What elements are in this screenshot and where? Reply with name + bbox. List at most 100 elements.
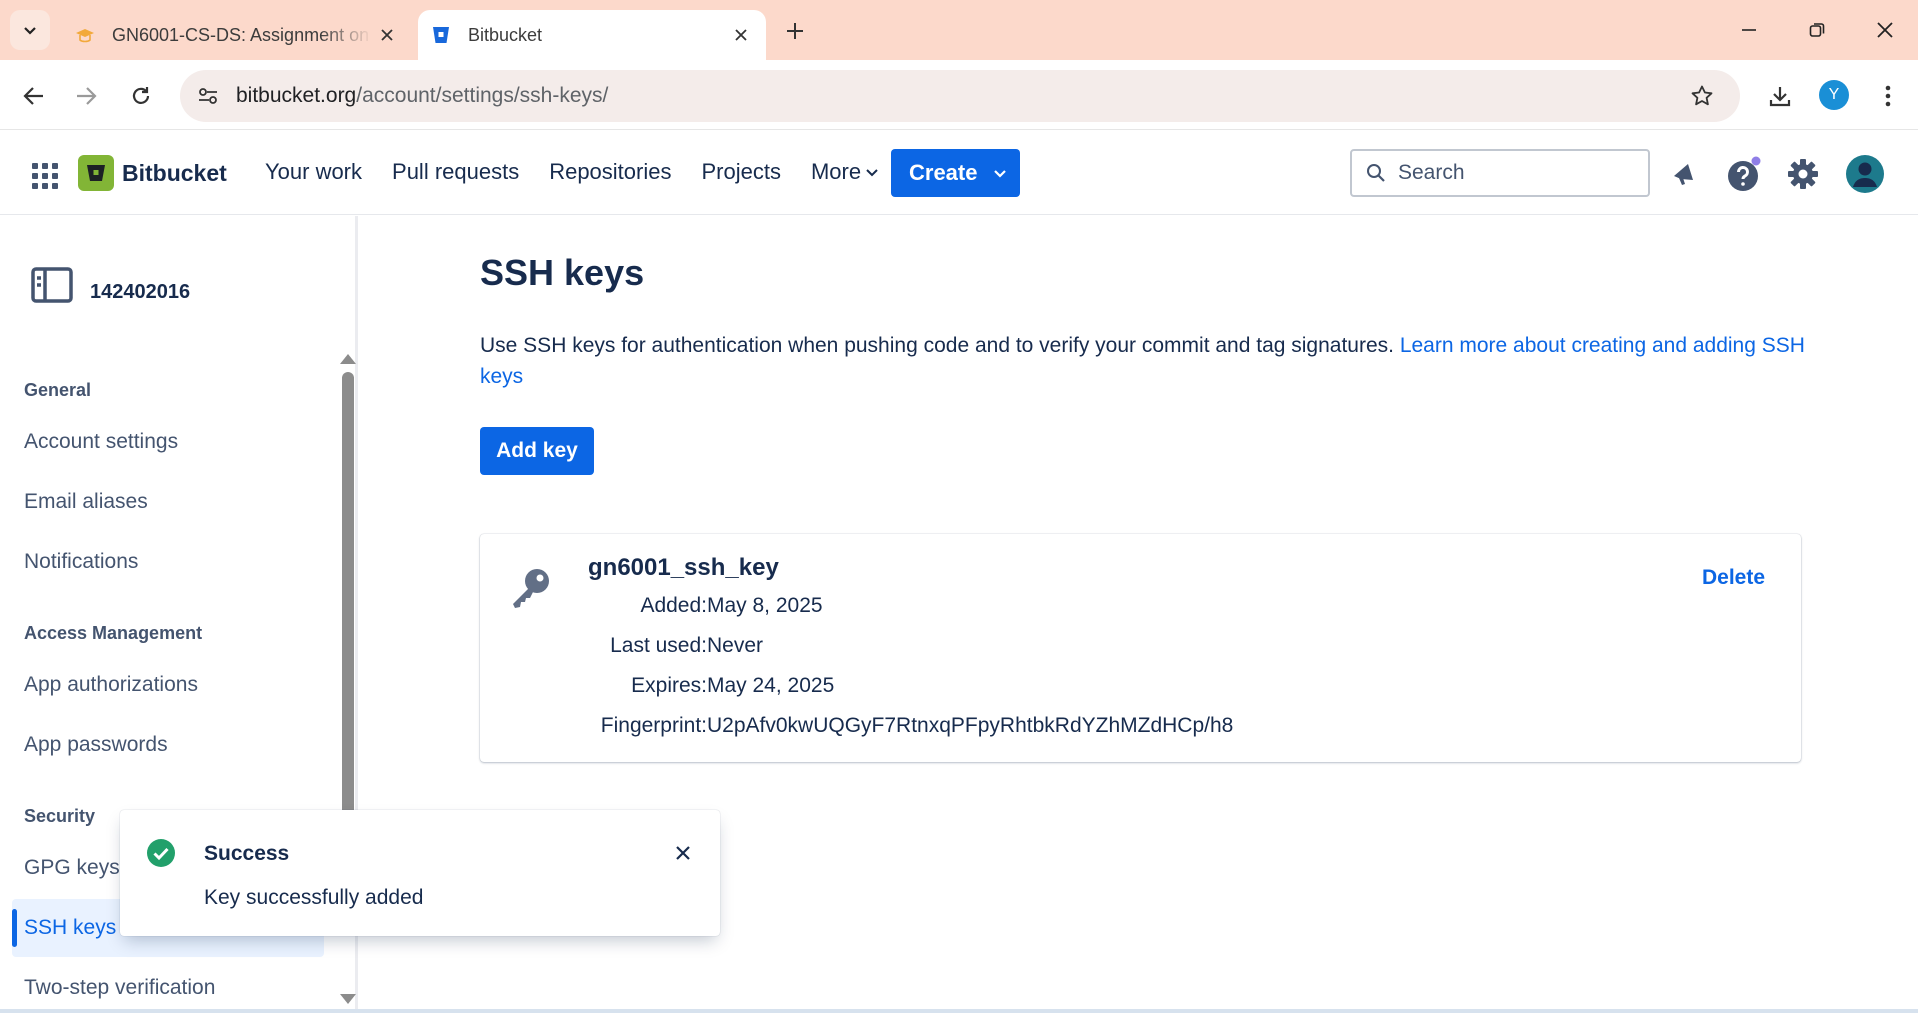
field-value: May 8, 2025: [707, 594, 823, 617]
megaphone-icon: [1674, 164, 1693, 185]
sidebar-item-app-authorizations[interactable]: App authorizations: [12, 656, 324, 714]
address-bar[interactable]: bitbucket.org/account/settings/ssh-keys/: [180, 70, 1740, 122]
minimize-window-button[interactable]: [1726, 10, 1772, 50]
scroll-up-arrow[interactable]: [340, 354, 356, 364]
search-icon: [1364, 161, 1388, 185]
bitbucket-logo-icon: [78, 155, 114, 191]
browser-tab-assignment[interactable]: GN6001-CS-DS: Assignment on: [62, 10, 412, 60]
create-button[interactable]: Create: [891, 149, 1020, 197]
chevron-down-icon: [994, 170, 1007, 178]
tab-title: Bitbucket: [468, 24, 543, 45]
section-label-access-management: Access Management: [24, 623, 203, 643]
create-label: Create: [909, 160, 978, 185]
brand-name: Bitbucket: [122, 159, 227, 186]
key-detail-added: Added: May 8, 2025: [480, 594, 1801, 624]
nav-projects[interactable]: Projects: [701, 159, 780, 185]
user-avatar[interactable]: [1844, 153, 1886, 195]
key-detail-last-used: Last used: Never: [480, 634, 1801, 664]
browser-tab-bar: GN6001-CS-DS: Assignment on Bitbucket: [0, 0, 1918, 60]
ssh-key-card: gn6001_ssh_key Delete Added: May 8, 2025…: [480, 534, 1801, 762]
scroll-down-arrow[interactable]: [340, 994, 356, 1004]
success-toast: Success Key successfully added: [120, 810, 720, 936]
field-label: Added:: [640, 594, 707, 617]
workspace-name: 142402016: [90, 280, 191, 303]
field-value: May 24, 2025: [707, 674, 835, 697]
app-header: Bitbucket Your work Pull requests Reposi…: [0, 131, 1918, 215]
new-tab-button[interactable]: [778, 14, 812, 48]
user-avatar-icon: [1846, 155, 1884, 193]
moodle-hat-icon: [74, 24, 96, 46]
browser-toolbar: bitbucket.org/account/settings/ssh-keys/…: [0, 60, 1918, 130]
minimize-icon: [1742, 29, 1756, 31]
restore-icon: [1809, 23, 1825, 37]
arrow-left-icon: [23, 87, 43, 105]
forward-button[interactable]: [66, 76, 106, 116]
window-bottom-edge: [0, 1009, 1918, 1013]
toast-close-icon[interactable]: [668, 838, 698, 868]
tab-close-icon[interactable]: [726, 20, 756, 50]
arrow-right-icon: [77, 87, 97, 105]
url-host: bitbucket.org: [236, 84, 357, 107]
settings-button[interactable]: [1782, 153, 1824, 195]
key-name: gn6001_ssh_key: [588, 554, 779, 581]
chevron-down-icon: [24, 27, 36, 35]
site-info-icon[interactable]: [188, 76, 228, 116]
reload-button[interactable]: [121, 76, 161, 116]
add-key-button[interactable]: Add key: [480, 427, 594, 475]
page-title: SSH keys: [480, 252, 645, 293]
app-switcher-button[interactable]: [28, 159, 62, 193]
browser-tab-bitbucket[interactable]: Bitbucket: [418, 10, 766, 60]
nav-pull-requests[interactable]: Pull requests: [392, 159, 519, 185]
search-field[interactable]: [1350, 149, 1650, 197]
sidebar-item-notifications[interactable]: Notifications: [12, 533, 324, 591]
bitbucket-logo[interactable]: Bitbucket: [78, 155, 227, 191]
tab-close-icon[interactable]: [372, 20, 402, 50]
nav-more[interactable]: More: [811, 159, 879, 185]
field-label: Fingerprint:: [600, 714, 707, 737]
back-button[interactable]: [14, 76, 54, 116]
download-icon: [1769, 87, 1791, 107]
tab-search-dropdown-button[interactable]: [10, 10, 50, 50]
sidebar-item-app-passwords[interactable]: App passwords: [12, 716, 324, 774]
restore-window-button[interactable]: [1794, 10, 1840, 50]
profile-initial: Y: [1828, 86, 1840, 103]
toast-title: Success: [204, 842, 290, 865]
page-description: Use SSH keys for authentication when pus…: [480, 330, 1820, 392]
delete-key-link[interactable]: Delete: [1702, 566, 1765, 590]
downloads-button[interactable]: [1760, 76, 1800, 116]
nav-repositories[interactable]: Repositories: [549, 159, 671, 185]
field-label: Last used:: [610, 634, 707, 657]
search-input[interactable]: [1398, 161, 1628, 185]
top-navigation: Your work Pull requests Repositories Pro…: [265, 159, 909, 185]
bitbucket-favicon: [430, 24, 452, 46]
help-question-icon: [1728, 156, 1761, 191]
reload-icon: [132, 87, 150, 104]
toast-message: Key successfully added: [204, 886, 424, 909]
grid-icon: [32, 163, 58, 189]
sidebar-scrollbar-thumb[interactable]: [342, 372, 354, 832]
nav-your-work[interactable]: Your work: [265, 159, 362, 185]
close-icon: [1877, 22, 1893, 38]
workspace-header[interactable]: 142402016: [30, 266, 190, 306]
description-text: Use SSH keys for authentication when pus…: [480, 334, 1400, 357]
sidebar-item-email-aliases[interactable]: Email aliases: [12, 473, 324, 531]
sidebar-item-account-settings[interactable]: Account settings: [12, 413, 324, 471]
help-button[interactable]: [1722, 153, 1764, 195]
url-path: /account/settings/ssh-keys/: [356, 84, 609, 107]
notifications-button[interactable]: [1664, 153, 1706, 195]
browser-profile-avatar[interactable]: Y: [1819, 80, 1849, 110]
browser-menu-button[interactable]: [1868, 76, 1908, 116]
url-text: bitbucket.org/account/settings/ssh-keys/: [236, 84, 608, 108]
tab-title: GN6001-CS-DS: Assignment on: [112, 24, 370, 45]
nav-more-label: More: [810, 159, 862, 184]
kebab-menu-icon: [1885, 85, 1891, 107]
sidebar-item-two-step-verification[interactable]: Two-step verification: [12, 959, 324, 1013]
key-detail-fingerprint: Fingerprint: U2pAfv0kwUQGyF7RtnxqPFpyRht…: [480, 714, 1801, 744]
check-circle-icon: [147, 839, 175, 867]
close-window-button[interactable]: [1862, 10, 1908, 50]
section-label-security: Security: [24, 806, 96, 826]
key-detail-expires: Expires: May 24, 2025: [480, 674, 1801, 704]
bookmark-star-icon[interactable]: [1684, 78, 1720, 114]
gear-icon: [1788, 159, 1818, 189]
workspace-icon: [31, 267, 73, 303]
